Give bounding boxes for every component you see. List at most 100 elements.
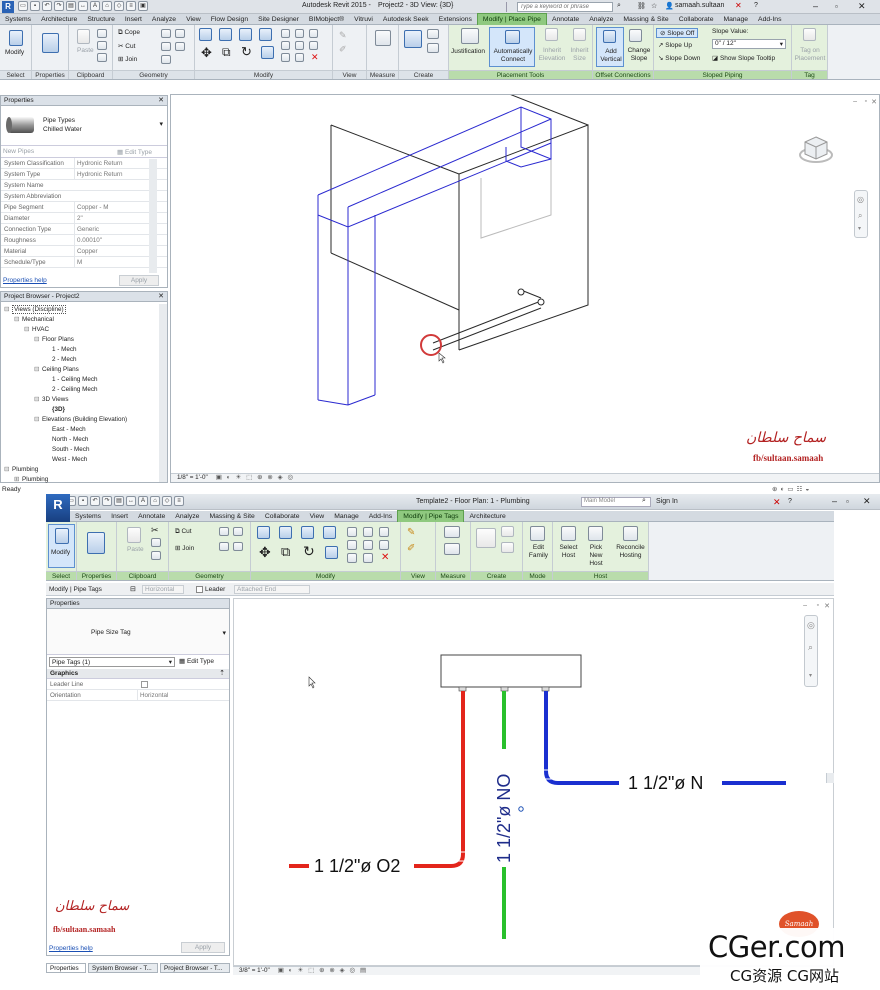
geometry-tool-icon[interactable]	[175, 42, 185, 51]
sign-in-button[interactable]: Sign In	[656, 498, 678, 505]
ribbon-tab[interactable]: Modify | Place Pipe	[476, 13, 547, 25]
ribbon-tab[interactable]: Systems	[70, 511, 106, 522]
ribbon-tab[interactable]: Insert	[120, 14, 147, 25]
ribbon-tab[interactable]: Analyze	[170, 511, 204, 522]
delete-icon[interactable]: ✕	[311, 52, 319, 63]
ribbon-tab[interactable]: View	[181, 14, 206, 25]
collapse-icon[interactable]: ⇡	[219, 669, 225, 677]
apply-button[interactable]: Apply	[181, 942, 225, 953]
navigation-bar[interactable]: ◎ ⌕ ▾	[854, 190, 868, 238]
viewcube-icon[interactable]	[799, 133, 833, 167]
tree-expander-icon[interactable]: ⊞	[14, 475, 22, 485]
auto-connect-button[interactable]: Automatically Connect	[489, 27, 535, 67]
panel-tab[interactable]: Properties	[46, 963, 86, 973]
align-icon[interactable]	[257, 526, 270, 539]
property-value[interactable]: 2"	[74, 213, 148, 223]
geometry-tool-icon[interactable]	[233, 542, 243, 551]
ribbon-tab[interactable]: Architecture	[464, 511, 510, 522]
ribbon-tab[interactable]: Annotate	[133, 511, 170, 522]
tree-expander-icon[interactable]: ⊟	[34, 395, 42, 405]
ribbon-tab[interactable]: Modify | Pipe Tags	[397, 510, 465, 522]
viewport-restore-icon[interactable]: ▫	[865, 98, 867, 105]
save-icon[interactable]: ▪	[78, 496, 88, 506]
change-slope-button[interactable]: Change Slope	[625, 47, 653, 63]
split-icon[interactable]	[281, 29, 290, 38]
nitrogen-pipe[interactable]	[544, 691, 619, 785]
tree-expander-icon[interactable]: ⊟	[14, 315, 22, 325]
ribbon-tab[interactable]: Systems	[0, 14, 36, 25]
section-icon[interactable]: ◇	[114, 1, 124, 11]
select-host-button[interactable]: Select Host	[556, 544, 581, 560]
search-icon[interactable]: ⌕	[642, 497, 646, 505]
create-part-icon[interactable]	[404, 30, 422, 48]
section-icon[interactable]: ◇	[162, 496, 172, 506]
property-row[interactable]: System Name	[1, 180, 167, 191]
copy-clip-icon[interactable]	[151, 538, 161, 547]
ribbon-tab[interactable]: Structure	[82, 14, 120, 25]
split-icon[interactable]	[347, 527, 357, 537]
zoom-icon[interactable]: ⌕	[858, 211, 862, 221]
modify-button[interactable]: Modify	[5, 49, 24, 56]
change-slope-icon[interactable]	[629, 29, 642, 42]
redo-icon[interactable]: ↷	[102, 496, 112, 506]
browser-tree-item[interactable]: ⊟ Ceiling Plans	[1, 365, 167, 375]
view-controls-icon[interactable]: ▣◐☀⬚⊕⊗◈◎	[216, 474, 298, 481]
ribbon-tab[interactable]: Collaborate	[674, 14, 719, 25]
ribbon-tab[interactable]: Flow Design	[206, 14, 253, 25]
geometry-tool-icon[interactable]	[161, 29, 171, 38]
leader-line-checkbox[interactable]	[141, 681, 148, 688]
scale-select[interactable]: 3/8" = 1'-0"	[239, 967, 270, 974]
ribbon-tab[interactable]: Massing & Site	[618, 14, 673, 25]
slope-down-button[interactable]: ↘ Slope Down	[658, 54, 700, 62]
rotate-icon[interactable]: ↻	[241, 44, 252, 60]
measure-tool-icon[interactable]	[444, 526, 460, 538]
copy-clip-icon[interactable]	[97, 41, 107, 50]
vertical-scrollbar[interactable]	[826, 773, 834, 783]
search-input[interactable]	[517, 2, 613, 12]
property-value[interactable]: M	[74, 257, 148, 267]
browser-tree-item[interactable]: {3D}	[1, 405, 167, 415]
help-icon[interactable]: ?	[754, 2, 758, 9]
measure-icon[interactable]: ↔	[126, 496, 136, 506]
justification-icon[interactable]	[461, 28, 479, 44]
ribbon-tab[interactable]: Manage	[329, 511, 364, 522]
mirror-icon[interactable]	[239, 28, 252, 41]
panel-tab[interactable]: System Browser - T...	[88, 963, 158, 973]
create-similar-icon[interactable]	[501, 526, 514, 537]
property-value[interactable]: Generic	[74, 224, 148, 234]
show-slope-tooltip-button[interactable]: ◪ Show Slope Tooltip	[712, 54, 775, 62]
ribbon-tab[interactable]: BIMobject®	[304, 14, 349, 25]
modify-button[interactable]: Modify	[48, 524, 75, 568]
split-gap-icon[interactable]	[295, 53, 304, 62]
mirror-icon[interactable]	[301, 526, 314, 539]
ribbon-tab[interactable]: Massing & Site	[204, 511, 259, 522]
properties-help-link[interactable]: Properties help	[49, 945, 93, 952]
undo-icon[interactable]: ↶	[90, 496, 100, 506]
measure-icon[interactable]: ↔	[78, 1, 88, 11]
property-row[interactable]: Leader Line	[47, 679, 229, 690]
tree-expander-icon[interactable]: ⊟	[4, 465, 12, 475]
print-icon[interactable]: ▤	[66, 1, 76, 11]
geometry-tool-icon[interactable]	[161, 55, 171, 64]
browser-tree-item[interactable]: ⊟ Mechanical	[1, 315, 167, 325]
move-icon[interactable]: ✥	[259, 544, 271, 561]
browser-tree-item[interactable]: East - Mech	[1, 425, 167, 435]
unpin-icon[interactable]	[363, 540, 373, 550]
restore-icon[interactable]: ▫	[835, 2, 838, 11]
create-similar-icon[interactable]	[427, 29, 439, 39]
view-controls-icon[interactable]: ▣◐☀⬚⊕⊗◈◎▤	[278, 967, 371, 974]
mirror-axis-icon[interactable]	[259, 28, 272, 41]
tree-expander-icon[interactable]: ⊟	[34, 335, 42, 345]
create-group-icon[interactable]	[501, 542, 514, 553]
plumbing-plan[interactable]: 1 1/2"ø N 1 1/2"ø O2 1 1/2"ø NO	[234, 599, 835, 967]
edit-family-button[interactable]: Edit Family	[526, 544, 551, 560]
exchange-icon[interactable]: ✕	[773, 497, 781, 508]
zoom-icon[interactable]: ⌕	[808, 642, 813, 653]
modify-cursor-icon[interactable]	[9, 30, 23, 46]
property-value[interactable]: Hydronic Return	[74, 158, 148, 168]
scale-icon[interactable]	[309, 29, 318, 38]
nitrogen-pipe-tag[interactable]: 1 1/2"ø N	[628, 773, 703, 793]
property-value[interactable]: Copper	[74, 246, 148, 256]
ribbon-tab[interactable]: Architecture	[36, 14, 82, 25]
edit-type-button[interactable]: ▦ Edit Type	[117, 148, 152, 156]
